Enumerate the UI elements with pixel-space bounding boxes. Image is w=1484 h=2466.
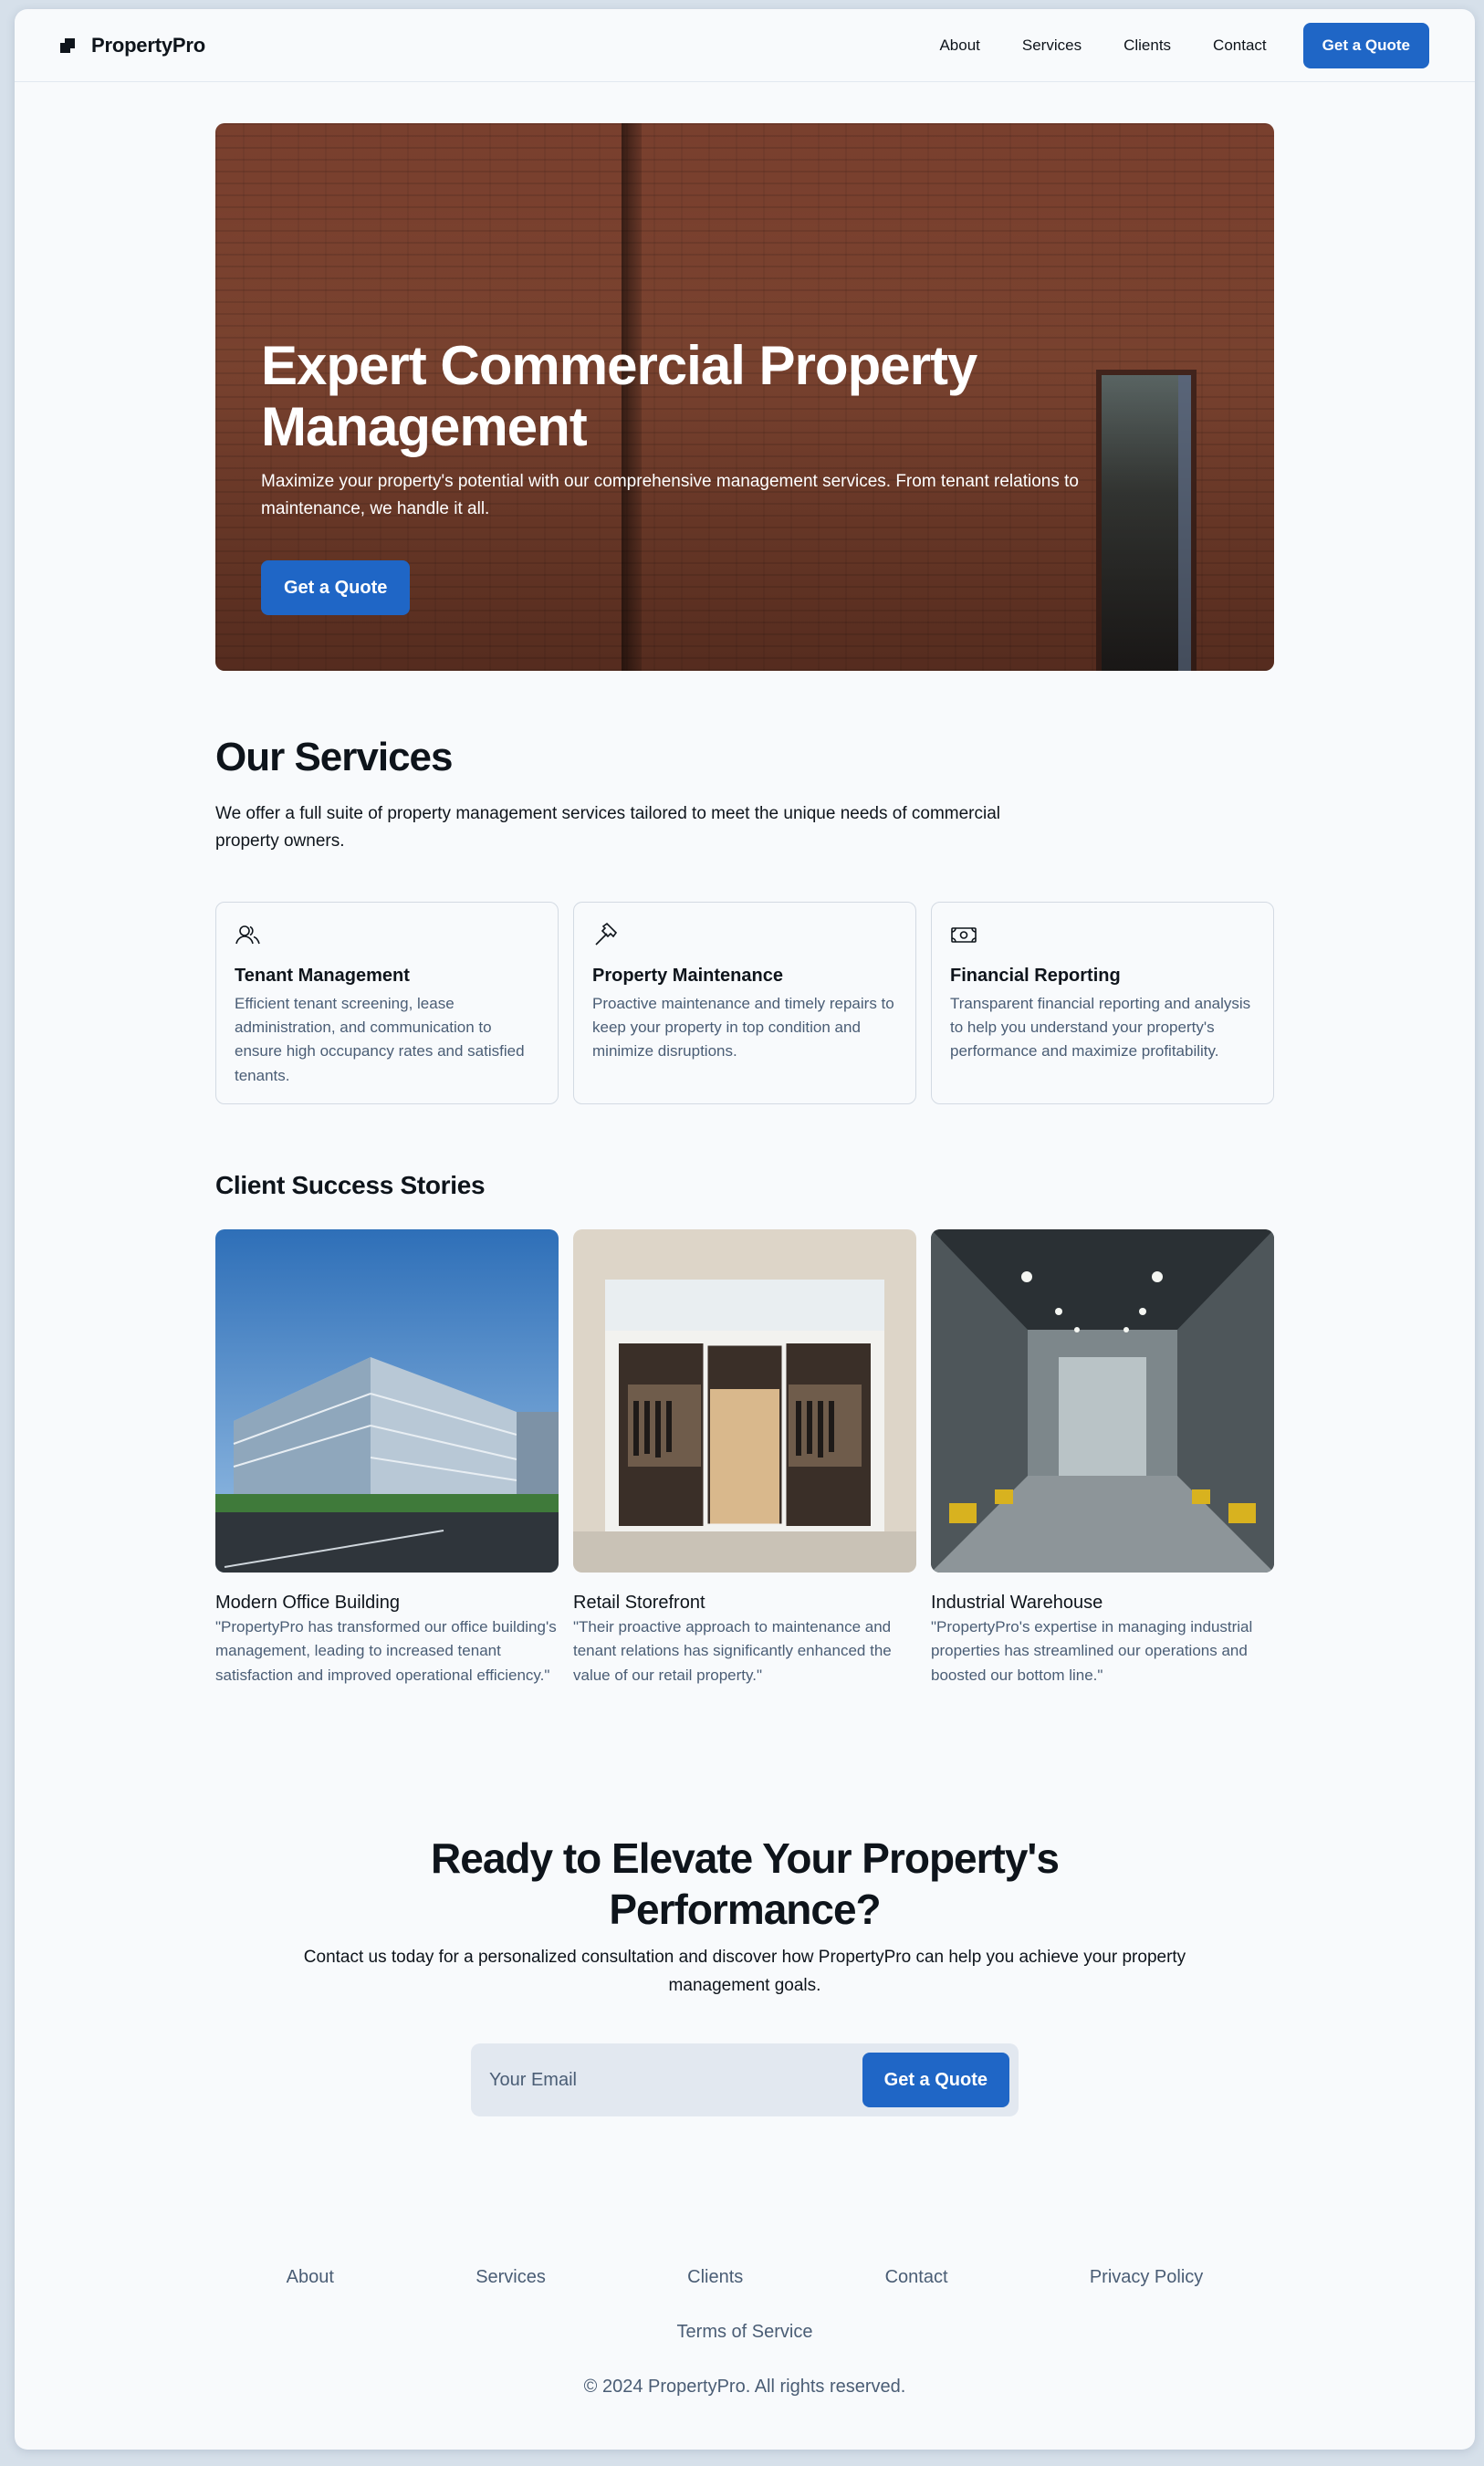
services-title: Our Services [215, 735, 454, 779]
hero-banner: Expert Commercial Property Management Ma… [215, 123, 1274, 671]
hammer-icon [595, 922, 618, 946]
footer-copyright: © 2024 PropertyPro. All rights reserved. [583, 2377, 906, 2397]
client-quote: "PropertyPro has transformed our office … [215, 1618, 557, 1684]
header-get-quote-button[interactable]: Get a Quote [1302, 22, 1429, 68]
hero-subtitle: Maximize your property's potential with … [261, 472, 1079, 518]
card-text: Transparent financial reporting and anal… [950, 994, 1251, 1061]
clients-title: Client Success Stories [215, 1171, 486, 1199]
browser-window: PropertyPro About Services Clients Conta… [15, 9, 1475, 2450]
brand-name: PropertyPro [91, 33, 205, 57]
office-building-image [215, 1229, 559, 1573]
industrial-warehouse-image [931, 1229, 1274, 1573]
client-story-retail: Retail Storefront "Their proactive appro… [573, 1229, 916, 1688]
nav-contact[interactable]: Contact [1213, 37, 1267, 55]
footer-link-about[interactable]: About [287, 2267, 334, 2288]
main-nav: About Services Clients Contact Get a Quo… [939, 22, 1429, 68]
service-cards: Tenant Management Efficient tenant scree… [215, 901, 1274, 1104]
nav-about[interactable]: About [939, 37, 979, 55]
cta-get-quote-button[interactable]: Get a Quote [862, 2053, 1009, 2107]
footer-link-terms[interactable]: Terms of Service [677, 2322, 813, 2342]
footer-links: About Services Clients Contact Privacy P… [215, 2267, 1274, 2288]
clients-section: Client Success Stories Modern Office Bui… [215, 1171, 1274, 1688]
card-title: Property Maintenance [592, 965, 783, 986]
client-quote: "PropertyPro's expertise in managing ind… [931, 1618, 1253, 1684]
service-card-tenant-management: Tenant Management Efficient tenant scree… [215, 901, 559, 1104]
client-name: Modern Office Building [215, 1593, 400, 1613]
email-signup-form: Get a Quote [471, 2043, 1019, 2116]
footer-terms: Terms of Service [15, 2322, 1475, 2343]
hero-content: Expert Commercial Property Management Ma… [261, 335, 1210, 616]
brand[interactable]: PropertyPro [60, 34, 205, 57]
nav-clients[interactable]: Clients [1123, 37, 1171, 55]
service-card-financial-reporting: Financial Reporting Transparent financia… [931, 901, 1274, 1104]
footer-link-services[interactable]: Services [476, 2267, 546, 2288]
footer-link-contact[interactable]: Contact [885, 2267, 948, 2288]
hero-get-quote-button[interactable]: Get a Quote [261, 560, 411, 616]
cta-title: Ready to Elevate Your Property's Perform… [431, 1834, 1060, 1934]
cta-section: Ready to Elevate Your Property's Perform… [215, 1833, 1274, 2116]
retail-storefront-image [573, 1229, 916, 1573]
users-icon [235, 925, 260, 945]
hero-title: Expert Commercial Property Management [261, 335, 977, 458]
services-description: We offer a full suite of property manage… [215, 804, 1001, 852]
footer-link-privacy-policy[interactable]: Privacy Policy [1090, 2267, 1203, 2288]
client-quote: "Their proactive approach to maintenance… [573, 1618, 892, 1684]
nav-services[interactable]: Services [1022, 37, 1082, 55]
client-name: Industrial Warehouse [931, 1593, 1103, 1613]
card-text: Efficient tenant screening, lease admini… [235, 994, 525, 1084]
cta-subtitle: Contact us today for a personalized cons… [303, 1948, 1186, 1995]
service-card-property-maintenance: Property Maintenance Proactive maintenan… [573, 901, 916, 1104]
email-input[interactable] [489, 2069, 836, 2091]
client-story-warehouse: Industrial Warehouse "PropertyPro's expe… [931, 1229, 1274, 1688]
footer-link-clients[interactable]: Clients [687, 2267, 743, 2288]
client-name: Retail Storefront [573, 1593, 705, 1613]
card-title: Financial Reporting [950, 965, 1121, 986]
card-title: Tenant Management [235, 965, 410, 986]
client-grid: Modern Office Building "PropertyPro has … [215, 1229, 1274, 1688]
brand-logo-icon [60, 37, 75, 53]
client-story-office: Modern Office Building "PropertyPro has … [215, 1229, 559, 1688]
services-section: Our Services We offer a full suite of pr… [215, 735, 1274, 1104]
money-icon [951, 926, 977, 943]
card-text: Proactive maintenance and timely repairs… [592, 994, 894, 1061]
site-header: PropertyPro About Services Clients Conta… [15, 9, 1475, 82]
